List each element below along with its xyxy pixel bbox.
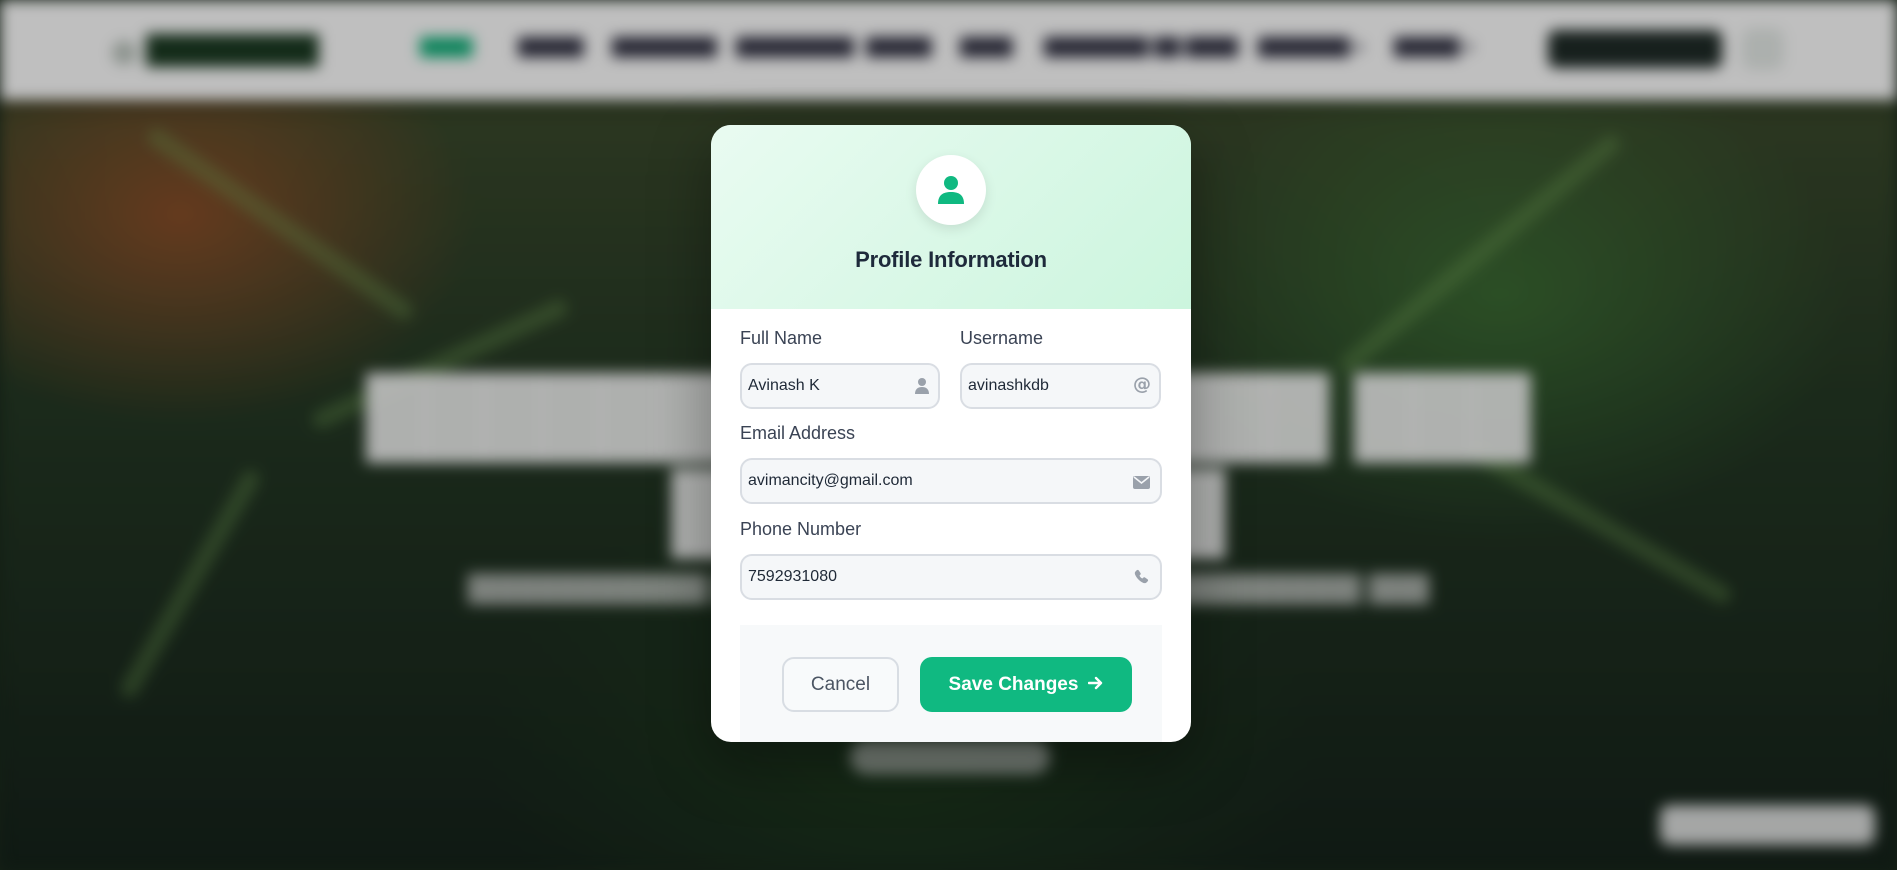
phone-label: Phone Number	[740, 519, 862, 539]
save-changes-label: Save Changes	[948, 673, 1079, 695]
username-field[interactable]: @	[960, 363, 1161, 409]
email-field[interactable]	[740, 458, 1162, 504]
phone-icon	[1133, 568, 1150, 589]
profile-modal: Profile Information Full Name Username @…	[711, 125, 1191, 742]
full-name-label: Full Name	[740, 328, 823, 348]
phone-field[interactable]	[740, 554, 1162, 600]
email-input[interactable]	[748, 460, 1128, 502]
cancel-button[interactable]: Cancel	[782, 657, 899, 712]
avatar	[916, 155, 986, 225]
email-label: Email Address	[740, 423, 856, 443]
save-changes-button[interactable]: Save Changes	[920, 657, 1132, 712]
username-label: Username	[960, 328, 1044, 348]
full-name-field[interactable]	[740, 363, 940, 409]
modal-title: Profile Information	[855, 247, 1047, 272]
user-icon	[938, 176, 964, 204]
arrow-right-icon	[1088, 674, 1103, 696]
modal-header: Profile Information	[711, 125, 1191, 309]
full-name-input[interactable]	[748, 365, 908, 407]
at-icon: @	[1133, 374, 1151, 395]
user-icon	[914, 377, 930, 399]
modal-footer: Cancel Save Changes	[740, 625, 1162, 742]
phone-input[interactable]	[748, 556, 1128, 598]
username-input[interactable]	[968, 365, 1128, 407]
envelope-icon	[1133, 474, 1150, 493]
